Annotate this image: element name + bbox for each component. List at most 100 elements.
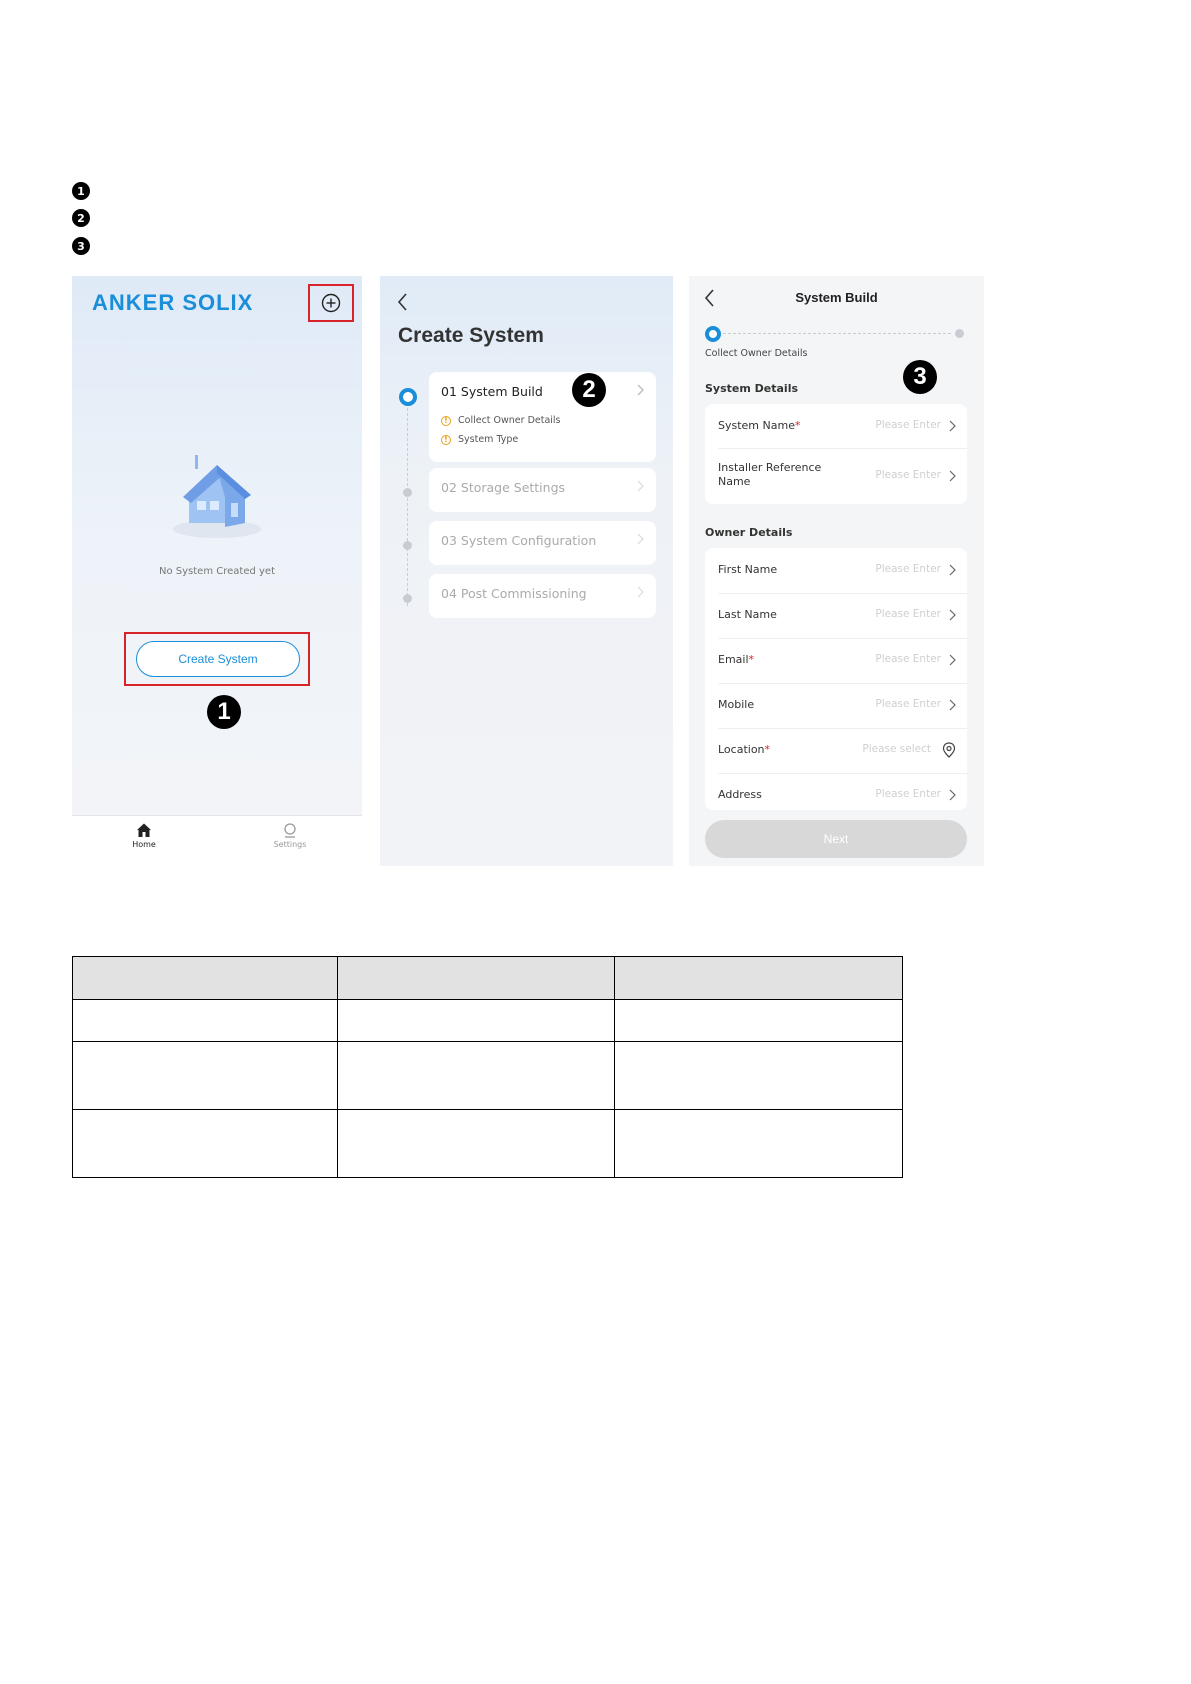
field-label: System Name* — [718, 419, 801, 432]
field-label: Installer Reference Name — [718, 461, 822, 488]
table-header-cell — [614, 956, 903, 1000]
table-header-cell — [72, 956, 338, 1000]
form-row-last-name[interactable]: Last Name Please Enter — [705, 593, 967, 638]
nav-settings-label: Settings — [273, 840, 307, 849]
warning-icon: ! — [441, 415, 451, 426]
chevron-right-icon — [949, 420, 956, 432]
field-placeholder: Please Enter — [875, 563, 941, 575]
substep-label: System Type — [458, 434, 519, 445]
step-dot — [403, 541, 412, 550]
bottom-nav: Home Settings — [72, 815, 362, 866]
table-cell — [337, 1109, 615, 1178]
table-row — [72, 999, 903, 1042]
add-circle-icon[interactable] — [321, 293, 341, 313]
step-card-post-commissioning[interactable]: 04 Post Commissioning — [429, 574, 656, 618]
nav-home-label: Home — [132, 840, 156, 849]
chevron-right-icon — [637, 384, 644, 396]
bullet-3: 3 — [72, 237, 90, 255]
field-placeholder: Please Enter — [875, 469, 941, 481]
table-cell — [614, 999, 903, 1042]
field-label: Location* — [718, 743, 771, 756]
nav-settings[interactable]: Settings — [250, 822, 330, 849]
chevron-right-icon — [949, 564, 956, 576]
page-title: Create System — [398, 324, 544, 347]
home-icon — [137, 823, 151, 837]
location-pin-icon[interactable] — [942, 742, 956, 758]
chevron-right-icon — [637, 480, 644, 492]
owner-details-card: First Name Please Enter Last Name Please… — [705, 548, 967, 810]
step-dot — [403, 488, 412, 497]
substep-item: ! Collect Owner Details — [441, 415, 561, 426]
empty-state-text: No System Created yet — [159, 566, 275, 577]
warning-icon: ! — [441, 434, 451, 445]
data-table — [72, 956, 903, 1178]
form-row-mobile[interactable]: Mobile Please Enter — [705, 683, 967, 728]
back-arrow-icon[interactable] — [396, 292, 410, 312]
chevron-right-icon — [949, 470, 956, 482]
house-illustration-icon — [173, 455, 261, 538]
section-title-owner-details: Owner Details — [705, 526, 793, 539]
progress-line — [723, 333, 951, 334]
table-cell — [337, 999, 615, 1042]
field-label: Address — [718, 788, 762, 801]
table-header-row — [72, 956, 903, 1000]
substep-label: Collect Owner Details — [458, 415, 561, 426]
step-card-system-build[interactable]: 01 System Build ! Collect Owner Details … — [429, 372, 656, 462]
step-label: 02 Storage Settings — [441, 480, 566, 495]
nav-home[interactable]: Home — [104, 822, 184, 849]
callout-2: 2 — [572, 373, 606, 407]
form-row-address[interactable]: Address Please Enter — [705, 773, 967, 810]
next-button[interactable]: Next — [705, 820, 967, 858]
chevron-right-icon — [949, 699, 956, 711]
field-placeholder: Please Enter — [875, 788, 941, 800]
chevron-right-icon — [637, 533, 644, 545]
step-label: 04 Post Commissioning — [441, 586, 587, 601]
step-card-system-configuration[interactable]: 03 System Configuration — [429, 521, 656, 565]
create-system-button[interactable]: Create System — [136, 641, 300, 677]
field-label: First Name — [718, 563, 778, 576]
table-header-cell — [337, 956, 615, 1000]
step-label: 03 System Configuration — [441, 533, 597, 548]
table-cell — [72, 999, 338, 1042]
table-cell — [72, 1041, 338, 1110]
step-dot — [403, 594, 412, 603]
callout-1: 1 — [207, 695, 241, 729]
system-details-card: System Name* Please Enter Installer Refe… — [705, 404, 967, 504]
form-row-system-name[interactable]: System Name* Please Enter — [705, 404, 967, 448]
field-placeholder: Please Enter — [875, 608, 941, 620]
table-cell — [614, 1109, 903, 1178]
substep-item: ! System Type — [441, 434, 518, 445]
field-placeholder: Please Enter — [875, 698, 941, 710]
form-row-location[interactable]: Location* Please select — [705, 728, 967, 773]
chevron-right-icon — [949, 654, 956, 666]
step-dot-active — [399, 388, 417, 406]
step-card-storage-settings[interactable]: 02 Storage Settings — [429, 468, 656, 512]
form-row-first-name[interactable]: First Name Please Enter — [705, 548, 967, 593]
bullet-2: 2 — [72, 209, 90, 227]
add-system-highlight — [308, 284, 354, 322]
create-system-highlight: Create System — [124, 632, 310, 686]
home-screen: ANKER SOLIX No System Created yet Create… — [72, 276, 362, 866]
chevron-right-icon — [637, 586, 644, 598]
section-title-system-details: System Details — [705, 382, 799, 395]
step-label: 01 System Build — [441, 384, 543, 399]
page-title: System Build — [795, 290, 878, 305]
form-row-email[interactable]: Email* Please Enter — [705, 638, 967, 683]
field-placeholder: Please Enter — [875, 653, 941, 665]
field-placeholder: Please select — [862, 743, 931, 755]
table-cell — [337, 1041, 615, 1110]
step-timeline — [407, 398, 408, 606]
progress-label: Collect Owner Details — [705, 348, 808, 359]
system-build-screen: System Build Collect Owner Details 3 Sys… — [689, 276, 984, 866]
table-row — [72, 1041, 903, 1110]
chevron-right-icon — [949, 789, 956, 801]
chevron-right-icon — [949, 609, 956, 621]
field-label: Email* — [718, 653, 755, 666]
table-row — [72, 1109, 903, 1178]
form-row-installer-reference[interactable]: Installer Reference Name Please Enter — [705, 449, 967, 504]
bullet-1: 1 — [72, 182, 90, 200]
create-system-screen: Create System 01 System Build ! Collect … — [380, 276, 673, 866]
field-placeholder: Please Enter — [875, 419, 941, 431]
callout-3: 3 — [903, 360, 937, 394]
field-label: Last Name — [718, 608, 777, 621]
